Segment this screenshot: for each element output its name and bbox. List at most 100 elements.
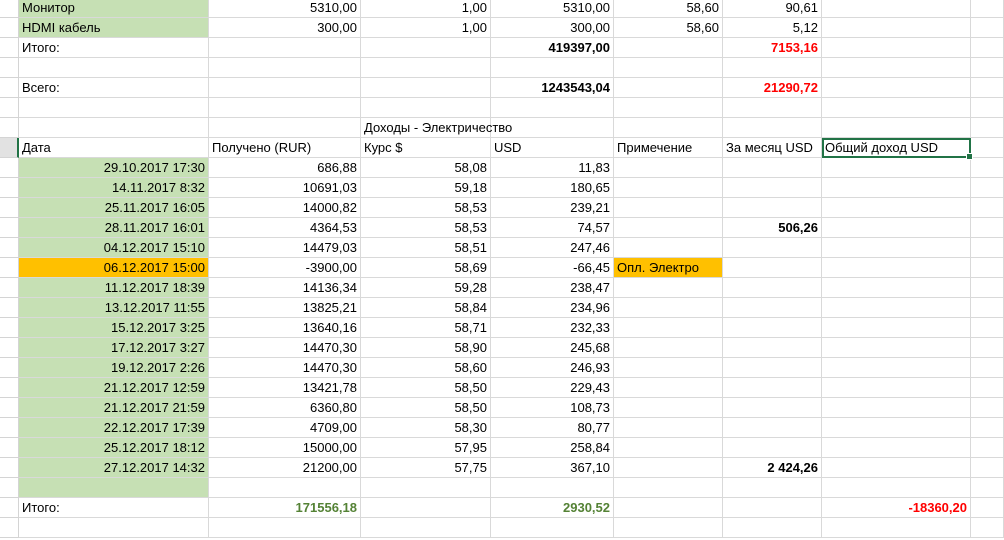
cell-a66[interactable]: 28.11.2017 16:01 [19,218,209,238]
row-header-71[interactable] [0,318,19,338]
cell-a65[interactable]: 25.11.2017 16:05 [19,198,209,218]
cell-c70[interactable]: 58,84 [361,298,491,318]
cell-a75[interactable]: 21.12.2017 21:59 [19,398,209,418]
cell-h80[interactable] [971,498,1004,518]
cell-h59[interactable] [971,78,1004,98]
cell-b66[interactable]: 4364,53 [209,218,361,238]
cell-a73[interactable]: 19.12.2017 2:26 [19,358,209,378]
cell-b78[interactable]: 21200,00 [209,458,361,478]
cell-h71[interactable] [971,318,1004,338]
cell-e57[interactable] [614,38,723,58]
cell-a57[interactable]: Итого: [19,38,209,58]
cell-e75[interactable] [614,398,723,418]
cell-a61[interactable] [19,118,209,138]
cell-a81[interactable] [19,518,209,538]
row-header-65[interactable] [0,198,19,218]
cell-a78[interactable]: 27.12.2017 14:32 [19,458,209,478]
cell-b81[interactable] [209,518,361,538]
cell-g74[interactable] [822,378,971,398]
cell-e69[interactable] [614,278,723,298]
cell-c67[interactable]: 58,51 [361,238,491,258]
cell-c66[interactable]: 58,53 [361,218,491,238]
cell-b76[interactable]: 4709,00 [209,418,361,438]
cell-f78[interactable]: 2 424,26 [723,458,822,478]
cell-h56[interactable] [971,18,1004,38]
cell-d65[interactable]: 239,21 [491,198,614,218]
cell-g63[interactable] [822,158,971,178]
cell-d78[interactable]: 367,10 [491,458,614,478]
cell-d60[interactable] [491,98,614,118]
cell-f64[interactable] [723,178,822,198]
cell-b58[interactable] [209,58,361,78]
cell-h73[interactable] [971,358,1004,378]
cell-b77[interactable]: 15000,00 [209,438,361,458]
cell-f63[interactable] [723,158,822,178]
row-header-60[interactable] [0,98,19,118]
cell-f77[interactable] [723,438,822,458]
cell-h60[interactable] [971,98,1004,118]
cell-f81[interactable] [723,518,822,538]
cell-e59[interactable] [614,78,723,98]
cell-a74[interactable]: 21.12.2017 12:59 [19,378,209,398]
cell-a60[interactable] [19,98,209,118]
cell-g78[interactable] [822,458,971,478]
row-header-57[interactable] [0,38,19,58]
cell-f58[interactable] [723,58,822,78]
row-header-67[interactable] [0,238,19,258]
cell-b63[interactable]: 686,88 [209,158,361,178]
cell-e74[interactable] [614,378,723,398]
row-header-73[interactable] [0,358,19,378]
cell-b67[interactable]: 14479,03 [209,238,361,258]
cell-b74[interactable]: 13421,78 [209,378,361,398]
cell-g59[interactable] [822,78,971,98]
cell-a64[interactable]: 14.11.2017 8:32 [19,178,209,198]
cell-b61[interactable] [209,118,361,138]
row-header-78[interactable] [0,458,19,478]
cell-e78[interactable] [614,458,723,478]
cell-a79[interactable] [19,478,209,498]
cell-f55[interactable]: 90,61 [723,0,822,18]
cell-c60[interactable] [361,98,491,118]
cell-b79[interactable] [209,478,361,498]
cell-f76[interactable] [723,418,822,438]
cell-c56[interactable]: 1,00 [361,18,491,38]
cell-f60[interactable] [723,98,822,118]
row-header-68[interactable] [0,258,19,278]
cell-b70[interactable]: 13825,21 [209,298,361,318]
cell-b62[interactable]: Получено (RUR) [209,138,361,158]
cell-g66[interactable] [822,218,971,238]
cell-d72[interactable]: 245,68 [491,338,614,358]
cell-f67[interactable] [723,238,822,258]
cell-d68[interactable]: -66,45 [491,258,614,278]
cell-g55[interactable] [822,0,971,18]
cell-f79[interactable] [723,478,822,498]
cell-d74[interactable]: 229,43 [491,378,614,398]
row-header-81[interactable] [0,518,19,538]
cell-c57[interactable] [361,38,491,58]
cell-b75[interactable]: 6360,80 [209,398,361,418]
row-header-63[interactable] [0,158,19,178]
cell-g70[interactable] [822,298,971,318]
cell-a76[interactable]: 22.12.2017 17:39 [19,418,209,438]
cell-g56[interactable] [822,18,971,38]
cell-g58[interactable] [822,58,971,78]
cell-d70[interactable]: 234,96 [491,298,614,318]
cell-g72[interactable] [822,338,971,358]
cell-g69[interactable] [822,278,971,298]
cell-f61[interactable] [723,118,822,138]
cell-b64[interactable]: 10691,03 [209,178,361,198]
cell-e55[interactable]: 58,60 [614,0,723,18]
cell-g64[interactable] [822,178,971,198]
cell-c62[interactable]: Курс $ [361,138,491,158]
cell-e63[interactable] [614,158,723,178]
cell-b60[interactable] [209,98,361,118]
row-header-66[interactable] [0,218,19,238]
cell-f68[interactable] [723,258,822,278]
cell-g80[interactable]: -18360,20 [822,498,971,518]
cell-d75[interactable]: 108,73 [491,398,614,418]
cell-d69[interactable]: 238,47 [491,278,614,298]
cell-a59[interactable]: Всего: [19,78,209,98]
cell-d56[interactable]: 300,00 [491,18,614,38]
cell-d59[interactable]: 1243543,04 [491,78,614,98]
cell-c75[interactable]: 58,50 [361,398,491,418]
